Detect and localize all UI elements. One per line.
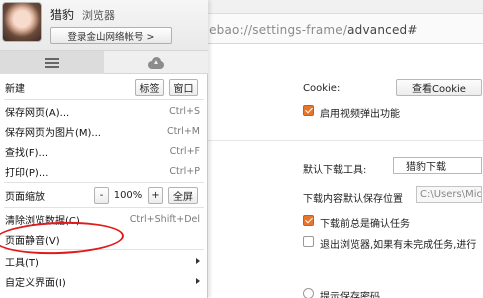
menu-item-shortcut: Ctrl+F xyxy=(169,145,200,157)
menu-item-clear-data[interactable]: 清除浏览数据(C)... Ctrl+Shift+Del xyxy=(0,209,208,229)
download-location-input[interactable]: C:\Users\Mic xyxy=(416,186,482,203)
menu-item-label: 页面静音(V) xyxy=(5,235,60,247)
menu-item-save-page[interactable]: 保存网页(A)... Ctrl+S xyxy=(0,101,208,121)
menu-separator xyxy=(4,182,204,183)
menu-tab-bar xyxy=(0,50,208,74)
exit-prompt-label: 退出浏览器,如果有未完成任务,进行 xyxy=(320,240,477,251)
submenu-arrow-icon xyxy=(196,278,200,284)
menu-item-print[interactable]: 打印(P)... Ctrl+P xyxy=(0,161,208,181)
browser-tab-strip xyxy=(208,0,483,14)
menu-header: 猎豹 浏览器 登录金山网络帐号 > xyxy=(0,0,208,50)
menu-tab[interactable] xyxy=(0,51,104,74)
menu-item-label: 保存网页(A)... xyxy=(5,107,70,119)
menu-item-shortcut: Ctrl+Shift+Del xyxy=(129,213,200,225)
menu-item-save-as-image[interactable]: 保存网页为图片(M)... Ctrl+M xyxy=(0,121,208,141)
menu-item-tools[interactable]: 工具(T) xyxy=(0,251,208,271)
section-divider xyxy=(208,140,483,141)
brand-logo-text: 猎豹 xyxy=(50,8,75,22)
zoom-in-button[interactable]: + xyxy=(148,187,163,204)
prompt-save-password-label: 提示保存密码 xyxy=(320,292,380,298)
zoom-out-button[interactable]: - xyxy=(94,187,109,204)
default-downloader-value: 猎豹下载 xyxy=(406,162,446,173)
download-location-label: 下载内容默认保存位置 xyxy=(303,194,403,205)
menu-item-customize[interactable]: 自定义界面(I) xyxy=(0,271,208,291)
menu-item-find[interactable]: 查找(F)... Ctrl+F xyxy=(0,141,208,161)
default-downloader-label: 默认下载工具: xyxy=(303,165,367,176)
menu-item-shortcut: Ctrl+S xyxy=(169,105,200,117)
menu-item-label: 清除浏览数据(C)... xyxy=(5,215,90,227)
user-avatar[interactable] xyxy=(2,2,42,42)
menu-item-label: 工具(T) xyxy=(5,257,39,269)
menu-separator xyxy=(4,249,204,250)
fullscreen-button[interactable]: 全屏 xyxy=(168,187,198,204)
default-downloader-select[interactable]: 猎豹下载 xyxy=(393,157,482,174)
cloud-upload-icon xyxy=(147,56,165,69)
url-host: liebao://settings-frame/ xyxy=(202,23,348,37)
enable-popup-checkbox[interactable] xyxy=(303,105,314,116)
confirm-task-label: 下载前总是确认任务 xyxy=(320,219,410,230)
prompt-save-password-radio[interactable] xyxy=(303,288,314,298)
cloud-tab[interactable] xyxy=(104,51,208,74)
menu-item-shortcut: Ctrl+M xyxy=(166,125,200,137)
browser-main-menu: 猎豹 浏览器 登录金山网络帐号 > 新建 标签 窗口 保存网页(A)... Ctrl… xyxy=(0,0,208,298)
confirm-task-checkbox[interactable] xyxy=(303,215,314,226)
menu-item-label: 自定义界面(I) xyxy=(5,277,66,289)
zoom-level-value: 100% xyxy=(113,190,143,201)
menu-item-shortcut: Ctrl+P xyxy=(169,165,200,177)
url-path: advanced# xyxy=(347,23,418,37)
new-tab-button[interactable]: 标签 xyxy=(135,79,164,96)
menu-item-label: 查找(F)... xyxy=(5,147,49,159)
brand-name-text: 浏览器 xyxy=(82,9,116,22)
new-window-button[interactable]: 窗口 xyxy=(169,79,198,96)
menu-item-label: 保存网页为图片(M)... xyxy=(5,127,101,139)
login-account-button[interactable]: 登录金山网络帐号 > xyxy=(50,27,172,44)
address-url[interactable]: liebao://settings-frame/advanced# xyxy=(202,23,418,37)
zoom-label: 页面缩放 xyxy=(5,191,45,203)
menu-item-mute-page[interactable]: 页面静音(V) xyxy=(0,229,208,249)
browser-brand: 猎豹 浏览器 xyxy=(50,6,115,23)
submenu-arrow-icon xyxy=(196,258,200,264)
view-cookie-button[interactable]: 查看Cookie xyxy=(396,79,482,96)
menu-item-label: 打印(P)... xyxy=(5,167,49,179)
cookie-label: Cookie: xyxy=(303,83,341,94)
menu-separator xyxy=(4,207,204,208)
enable-popup-label: 启用视频弹出功能 xyxy=(320,109,400,120)
menu-separator xyxy=(4,99,204,100)
exit-prompt-checkbox[interactable] xyxy=(303,236,314,247)
hamburger-icon xyxy=(45,57,59,68)
menu-item-new-label: 新建 xyxy=(5,83,25,95)
